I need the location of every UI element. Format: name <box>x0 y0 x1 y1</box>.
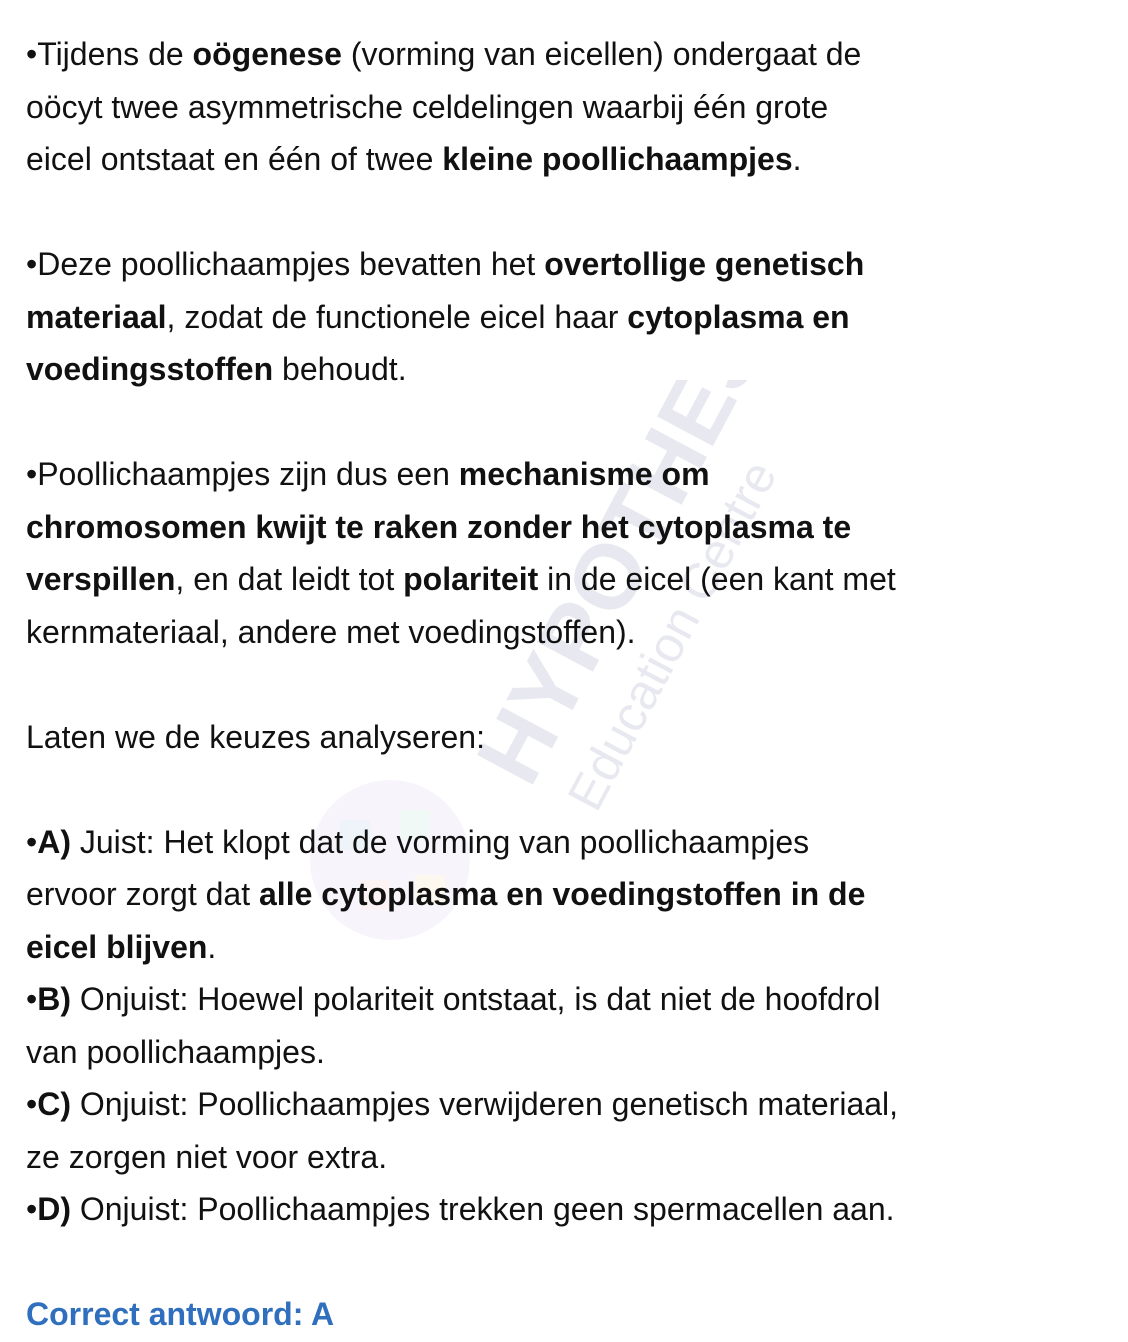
text-line: •Tijdens de oögenese (vorming van eicell… <box>26 28 898 81</box>
bold-text: overtollige genetisch <box>544 246 865 282</box>
text-line: kernmateriaal, andere met voedingstoffen… <box>26 606 898 659</box>
text: , zodat de functionele eicel haar <box>166 298 628 335</box>
bold-text: alle cytoplasma en voedingstoffen in de <box>259 876 866 912</box>
text-line: ze zorgen niet voor extra. <box>26 1131 898 1184</box>
text: (vorming van eicellen) ondergaat de <box>341 36 862 72</box>
text: Juist: Het klopt dat de vorming van pool… <box>70 823 810 860</box>
text: , en dat leidt tot <box>175 561 404 597</box>
text-line: ervoor zorgt dat alle cytoplasma en voed… <box>26 868 898 921</box>
text-line: eicel ontstaat en één of twee kleine poo… <box>26 133 898 186</box>
text: Laten we de keuzes analyseren: <box>26 718 485 755</box>
text: eicel ontstaat en één of twee <box>26 141 443 177</box>
explanation-document: •Tijdens de oögenese (vorming van eicell… <box>26 28 898 1341</box>
text: van poollichaampjes. <box>26 1033 325 1070</box>
text-line: verspillen, en dat leidt tot polariteit … <box>26 553 898 606</box>
text: ervoor zorgt dat <box>26 876 259 912</box>
text: . <box>207 928 217 965</box>
text-line: eicel blijven. <box>26 921 898 974</box>
bold-text: eicel blijven <box>26 928 208 965</box>
bold-text: C) <box>37 1086 71 1122</box>
text-line: •C) Onjuist: Poollichaampjes verwijderen… <box>26 1078 898 1131</box>
bold-text: cytoplasma en <box>627 298 850 335</box>
bold-text: kleine poollichaampjes <box>442 141 793 177</box>
text-line: van poollichaampjes. <box>26 1026 898 1079</box>
text-line: materiaal, zodat de functionele eicel ha… <box>26 291 898 344</box>
text: •Poollichaampjes zijn dus een <box>26 456 459 492</box>
text-line: •A) Juist: Het klopt dat de vorming van … <box>26 816 898 869</box>
text: Onjuist: Poollichaampjes trekken geen sp… <box>70 1191 895 1227</box>
text: behoudt. <box>273 351 407 387</box>
text-line: •B) Onjuist: Hoewel polariteit ontstaat,… <box>26 973 898 1026</box>
bold-text: polariteit <box>403 561 539 597</box>
correct-answer: Correct antwoord: A <box>26 1296 335 1332</box>
text-line: •D) Onjuist: Poollichaampjes trekken gee… <box>26 1183 898 1236</box>
text-line: oöcyt twee asymmetrische celdelingen waa… <box>26 81 898 134</box>
text: Onjuist: Poollichaampjes verwijderen gen… <box>70 1086 899 1122</box>
text-line: •Deze poollichaampjes bevatten het overt… <box>26 238 898 291</box>
text: • <box>26 823 38 860</box>
text-line: Laten we de keuzes analyseren: <box>26 711 898 764</box>
text: . <box>792 141 802 177</box>
text: •Tijdens de <box>26 36 193 72</box>
text: •Deze poollichaampjes bevatten het <box>26 246 545 282</box>
text: in de eicel (een kant met <box>538 561 896 597</box>
text: oöcyt twee asymmetrische celdelingen waa… <box>26 88 829 125</box>
bold-text: verspillen <box>26 561 176 597</box>
bold-text: voedingsstoffen <box>26 351 274 387</box>
bold-text: B) <box>37 981 71 1017</box>
bold-text: materiaal <box>26 298 167 335</box>
text-line: chromosomen kwijt te raken zonder het cy… <box>26 501 898 554</box>
bold-text: mechanisme om <box>458 456 710 492</box>
text: • <box>26 1086 38 1122</box>
bold-text: D) <box>37 1191 71 1227</box>
bold-text: chromosomen kwijt te raken zonder het cy… <box>26 508 852 545</box>
text: ze zorgen niet voor extra. <box>26 1138 388 1175</box>
bold-text: oögenese <box>192 36 342 72</box>
text: Onjuist: Hoewel polariteit ontstaat, is … <box>70 981 881 1017</box>
text: • <box>26 981 38 1017</box>
text: kernmateriaal, andere met voedingstoffen… <box>26 613 636 650</box>
bold-text: A) <box>37 823 71 860</box>
text-line: •Poollichaampjes zijn dus een mechanisme… <box>26 448 898 501</box>
text-line: voedingsstoffen behoudt. <box>26 343 898 396</box>
text: • <box>26 1191 38 1227</box>
